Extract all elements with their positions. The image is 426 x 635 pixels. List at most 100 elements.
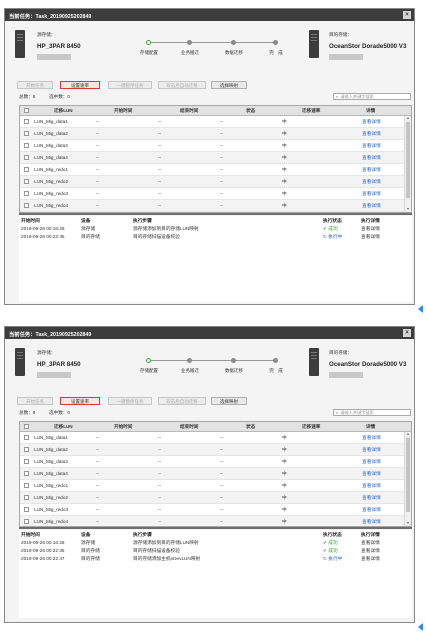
- lun-name: LUN_Mig_redo2: [34, 179, 69, 184]
- table-row[interactable]: LUN_Mig_redo2 -- -- -- 中 查看详情: [20, 176, 405, 188]
- table-row[interactable]: LUN_Mig_redo1 -- -- -- 中 查看详情: [20, 480, 405, 492]
- start-time: --: [96, 155, 100, 160]
- detail-link[interactable]: 查看详情: [362, 191, 381, 197]
- table-row[interactable]: LUN_Mig_data4 -- -- -- 中 查看详情: [20, 468, 405, 480]
- detail-link[interactable]: 查看详情: [362, 131, 381, 137]
- detail-link[interactable]: 查看详情: [362, 167, 381, 173]
- detail-link[interactable]: 查看详情: [362, 179, 381, 185]
- detail-link[interactable]: 查看详情: [362, 447, 381, 453]
- log-step: 目的存储添加主机eDevLUN映射: [133, 556, 201, 561]
- step-dot-1: [146, 358, 151, 363]
- row-checkbox[interactable]: [24, 179, 29, 184]
- log-detail-link[interactable]: 查看详情: [361, 540, 380, 546]
- log-col-step: 执行步骤: [133, 218, 152, 223]
- row-checkbox[interactable]: [24, 483, 29, 488]
- table-row[interactable]: LUN_Mig_redo3 -- -- -- 中 查看详情: [20, 504, 405, 516]
- table-row[interactable]: LUN_Mig_data3 -- -- -- 中 查看详情: [20, 140, 405, 152]
- row-checkbox[interactable]: [24, 119, 29, 124]
- detail-link[interactable]: 查看详情: [362, 495, 381, 501]
- table-row[interactable]: LUN_Mig_redo3 -- -- -- 中 查看详情: [20, 188, 405, 200]
- row-checkbox[interactable]: [24, 143, 29, 148]
- rate: 中: [282, 131, 287, 136]
- log-status: ✔ 成功: [323, 548, 338, 554]
- table-row[interactable]: LUN_Mig_redo4 -- -- -- 中 查看详情: [20, 516, 405, 526]
- log-detail-link[interactable]: 查看详情: [361, 556, 380, 562]
- row-checkbox[interactable]: [24, 435, 29, 440]
- row-checkbox[interactable]: [24, 131, 29, 136]
- log-device: 目的存储: [81, 234, 100, 239]
- status: --: [220, 203, 224, 208]
- pane-splitter[interactable]: [19, 527, 412, 529]
- start-time: --: [96, 507, 100, 512]
- table-row[interactable]: LUN_Mig_redo2 -- -- -- 中 查看详情: [20, 492, 405, 504]
- detail-link[interactable]: 查看详情: [362, 119, 381, 125]
- search-input[interactable]: ⌕ 请输入关键字搜索: [333, 93, 411, 100]
- close-icon[interactable]: ×: [403, 11, 411, 19]
- row-checkbox[interactable]: [24, 519, 29, 524]
- scroll-up-icon[interactable]: ▲: [405, 432, 411, 437]
- table-row[interactable]: LUN_Mig_redo4 -- -- -- 中 查看详情: [20, 200, 405, 212]
- detail-link[interactable]: 查看详情: [362, 483, 381, 489]
- step-dot-4: [273, 40, 278, 45]
- detail-link[interactable]: 查看详情: [362, 143, 381, 149]
- detail-link[interactable]: 查看详情: [362, 459, 381, 465]
- detail-link[interactable]: 查看详情: [362, 435, 381, 441]
- table-row[interactable]: LUN_Mig_data2 -- -- -- 中 查看详情: [20, 128, 405, 140]
- start-task-button[interactable]: 开始任务: [17, 81, 53, 89]
- row-checkbox[interactable]: [24, 507, 29, 512]
- start-time: --: [96, 519, 100, 524]
- start-task-button[interactable]: 开始任务: [17, 397, 53, 405]
- select-mapping-button[interactable]: 选择映射: [211, 397, 247, 405]
- table-row[interactable]: LUN_Mig_data1 -- -- -- 中 查看详情: [20, 432, 405, 444]
- table-scrollbar[interactable]: ▲ ▼: [404, 116, 411, 212]
- stop-task-button[interactable]: 一键暂停任务: [108, 397, 152, 405]
- log-detail-link[interactable]: 查看详情: [361, 548, 380, 554]
- cleanup-button[interactable]: 双击后自动迁移: [158, 81, 206, 89]
- lun-name: LUN_Mig_redo3: [34, 191, 69, 196]
- pane-splitter[interactable]: [19, 213, 412, 215]
- table-row[interactable]: LUN_Mig_redo1 -- -- -- 中 查看详情: [20, 164, 405, 176]
- scroll-down-icon[interactable]: ▼: [405, 207, 411, 212]
- progress-track: [149, 42, 276, 43]
- scroll-thumb[interactable]: [406, 438, 410, 512]
- table-row[interactable]: LUN_Mig_data2 -- -- -- 中 查看详情: [20, 444, 405, 456]
- rate: 中: [282, 447, 287, 452]
- log-status: ↻ 执行中: [323, 556, 342, 562]
- search-input[interactable]: ⌕ 请输入关键字搜索: [333, 409, 411, 416]
- stop-task-button[interactable]: 一键暂停任务: [108, 81, 152, 89]
- detail-link[interactable]: 查看详情: [362, 507, 381, 513]
- select-all-checkbox[interactable]: [24, 108, 29, 113]
- row-checkbox[interactable]: [24, 447, 29, 452]
- end-time: --: [158, 155, 162, 160]
- row-checkbox[interactable]: [24, 459, 29, 464]
- log-detail-link[interactable]: 查看详情: [361, 234, 380, 240]
- end-time: --: [158, 459, 162, 464]
- select-all-checkbox[interactable]: [24, 424, 29, 429]
- table-row[interactable]: LUN_Mig_data3 -- -- -- 中 查看详情: [20, 456, 405, 468]
- cleanup-button[interactable]: 双击后自动迁移: [158, 397, 206, 405]
- select-mapping-button[interactable]: 选择映射: [211, 81, 247, 89]
- close-icon[interactable]: ×: [403, 329, 411, 337]
- set-rate-button[interactable]: 设置速率: [60, 397, 100, 405]
- row-checkbox[interactable]: [24, 191, 29, 196]
- detail-link[interactable]: 查看详情: [362, 155, 381, 161]
- table-scrollbar[interactable]: ▲ ▼: [404, 432, 411, 526]
- row-checkbox[interactable]: [24, 471, 29, 476]
- detail-link[interactable]: 查看详情: [362, 471, 381, 477]
- detail-link[interactable]: 查看详情: [362, 203, 381, 209]
- row-checkbox[interactable]: [24, 203, 29, 208]
- log-detail-link[interactable]: 查看详情: [361, 226, 380, 232]
- table-row[interactable]: LUN_Mig_data4 -- -- -- 中 查看详情: [20, 152, 405, 164]
- detail-link[interactable]: 查看详情: [362, 519, 381, 525]
- scroll-up-icon[interactable]: ▲: [405, 116, 411, 121]
- status: --: [220, 507, 224, 512]
- set-rate-button[interactable]: 设置速率: [60, 81, 100, 89]
- row-checkbox[interactable]: [24, 167, 29, 172]
- table-row[interactable]: LUN_Mig_data1 -- -- -- 中 查看详情: [20, 116, 405, 128]
- row-checkbox[interactable]: [24, 495, 29, 500]
- start-time: --: [96, 447, 100, 452]
- scroll-thumb[interactable]: [406, 122, 410, 198]
- row-checkbox[interactable]: [24, 155, 29, 160]
- search-placeholder: 请输入关键字搜索: [340, 94, 374, 99]
- scroll-down-icon[interactable]: ▼: [405, 521, 411, 526]
